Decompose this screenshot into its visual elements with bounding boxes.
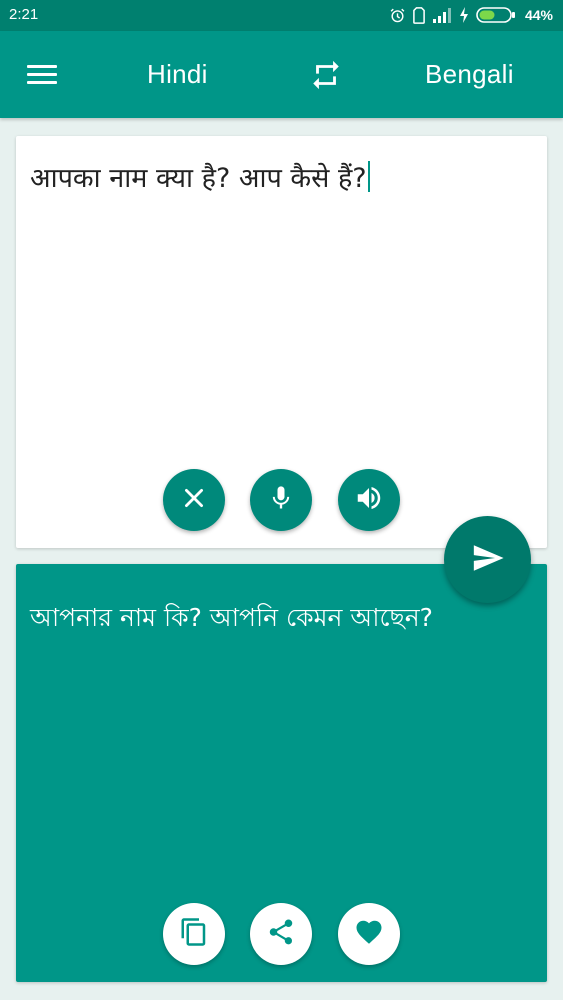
input-text: आपका नाम क्या है? आप कैसे हैं?	[30, 163, 367, 194]
speaker-icon	[354, 483, 384, 517]
speaker-button[interactable]	[338, 469, 400, 531]
share-icon	[266, 917, 296, 951]
translated-text: আপনার নাম কি? আপনি কেমন আছেন?	[30, 603, 433, 632]
share-button[interactable]	[250, 903, 312, 965]
status-icons: 44%	[389, 5, 553, 25]
swap-icon[interactable]	[309, 58, 343, 92]
mic-icon	[267, 484, 295, 516]
send-icon	[471, 541, 505, 579]
sim-icon	[413, 6, 425, 24]
copy-icon	[179, 917, 209, 951]
menu-icon[interactable]	[22, 57, 62, 93]
translate-send-button[interactable]	[444, 516, 531, 603]
alarm-icon	[389, 7, 406, 24]
clear-button[interactable]	[163, 469, 225, 531]
source-language-selector[interactable]: Hindi	[147, 59, 208, 90]
output-card: আপনার নাম কি? আপনি কেমন আছেন?	[16, 564, 547, 982]
text-cursor	[367, 161, 370, 192]
mic-button[interactable]	[250, 469, 312, 531]
status-bar: 2:21 44%	[0, 0, 563, 31]
battery-percent: 44%	[524, 7, 553, 23]
app-bar: Hindi Bengali	[0, 31, 563, 118]
charging-icon	[459, 7, 469, 23]
favorite-icon	[354, 917, 384, 951]
clear-icon	[181, 485, 207, 515]
copy-button[interactable]	[163, 903, 225, 965]
status-time: 2:21	[9, 6, 39, 23]
favorite-button[interactable]	[338, 903, 400, 965]
input-text-field[interactable]: आपका नाम क्या है? आप कैसे हैं?	[30, 158, 530, 195]
battery-icon	[476, 7, 516, 23]
target-language-selector[interactable]: Bengali	[425, 59, 514, 90]
signal-icon	[432, 7, 452, 23]
input-card[interactable]: आपका नाम क्या है? आप कैसे हैं?	[16, 136, 547, 548]
